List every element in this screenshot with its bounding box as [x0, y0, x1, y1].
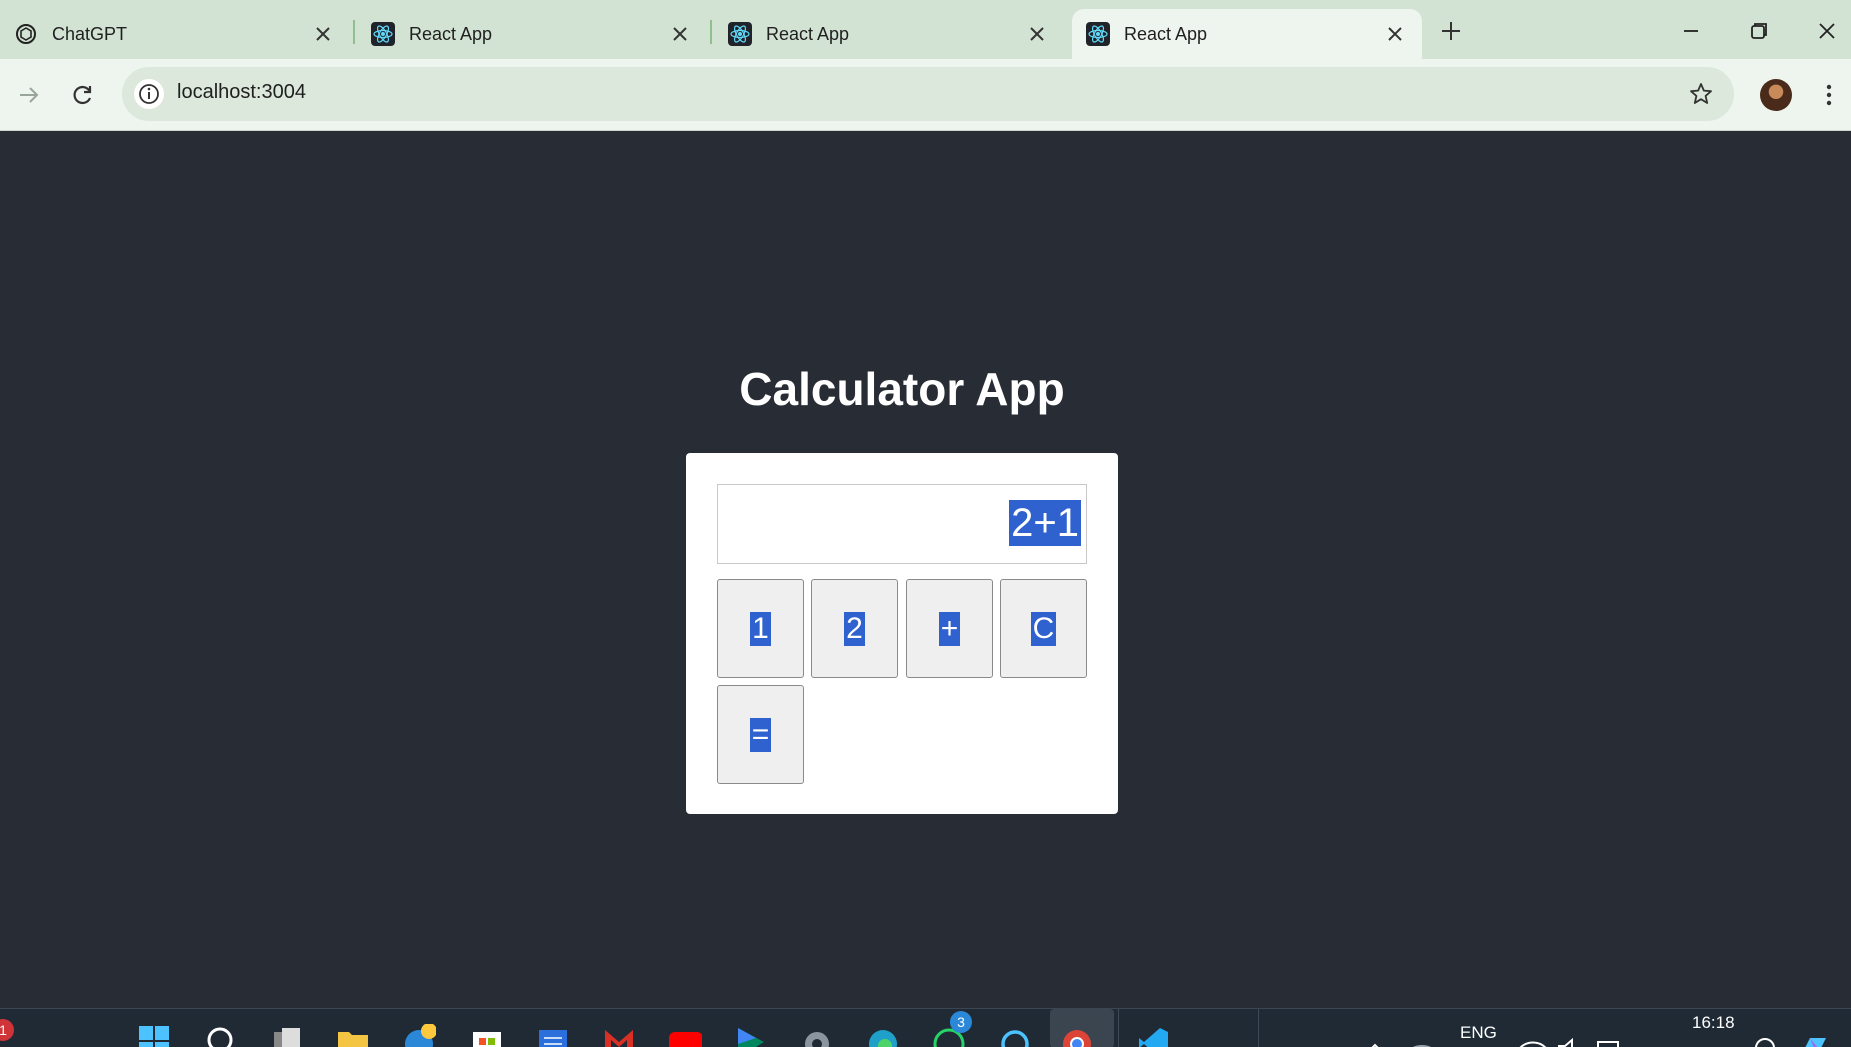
new-tab-icon[interactable]	[1438, 18, 1464, 44]
start-windows-icon[interactable]	[137, 1024, 171, 1047]
search-icon[interactable]	[204, 1024, 238, 1047]
menu-dots-icon[interactable]	[1814, 80, 1844, 110]
gmail-icon[interactable]	[602, 1024, 636, 1047]
profile-avatar[interactable]	[1760, 79, 1792, 111]
close-tab-icon[interactable]	[1384, 23, 1406, 45]
key-2-button[interactable]: 2	[811, 579, 898, 678]
tab-separator	[710, 20, 712, 44]
tab-chatgpt[interactable]: ChatGPT	[0, 9, 350, 59]
chrome-icon	[1063, 1030, 1091, 1047]
volume-icon[interactable]	[1554, 1024, 1588, 1047]
close-tab-icon[interactable]	[1026, 23, 1048, 45]
wifi-icon[interactable]	[1516, 1024, 1550, 1047]
key-label: +	[938, 611, 961, 646]
key-clear-button[interactable]: C	[1000, 579, 1087, 678]
close-tab-icon[interactable]	[312, 23, 334, 45]
copilot-icon[interactable]	[1796, 1024, 1830, 1047]
key-label: 1	[750, 611, 771, 646]
calendar-icon[interactable]	[536, 1024, 570, 1047]
key-label: 2	[844, 611, 865, 646]
file-explorer-icon[interactable]	[336, 1024, 370, 1047]
notifications-icon[interactable]	[1750, 1024, 1784, 1047]
battery-icon[interactable]	[1592, 1024, 1626, 1047]
minimize-icon[interactable]	[1676, 16, 1706, 46]
taskbar-divider	[1258, 1009, 1259, 1047]
task-view-icon[interactable]	[270, 1024, 304, 1047]
key-label: C	[1030, 611, 1057, 646]
language-indicator[interactable]: ENG	[1460, 1023, 1497, 1043]
whatsapp-badge: 3	[950, 1011, 972, 1033]
tab-title: React App	[766, 23, 850, 44]
page-title: Calculator App	[739, 363, 1065, 415]
play-store-icon[interactable]	[734, 1024, 768, 1047]
copilot-app[interactable]	[402, 1009, 450, 1047]
calculator-display[interactable]: 2+1	[717, 484, 1087, 564]
windows-taskbar: 1	[0, 1008, 1851, 1047]
whatsapp-app[interactable]: 3	[932, 1009, 980, 1047]
close-tab-icon[interactable]	[669, 23, 691, 45]
forward-icon[interactable]	[14, 80, 44, 110]
reload-icon[interactable]	[68, 80, 98, 110]
react-icon	[1086, 22, 1110, 46]
key-plus-button[interactable]: +	[906, 579, 993, 678]
browser-tabstrip: ChatGPT React App React App React App	[0, 0, 1851, 59]
close-window-icon[interactable]	[1812, 16, 1842, 46]
taskbar-divider	[1118, 1009, 1119, 1047]
bookmark-star-icon[interactable]	[1686, 79, 1716, 109]
calculator-panel: 2+1 1 2 + C =	[686, 453, 1118, 814]
vscode-icon[interactable]	[1136, 1024, 1170, 1047]
react-icon	[728, 22, 752, 46]
tray-chevron-up-icon[interactable]	[1358, 1024, 1392, 1047]
url-text[interactable]: localhost:3004	[177, 81, 306, 104]
browser-toolbar: localhost:3004	[0, 59, 1851, 131]
onedrive-cloud-icon[interactable]	[1404, 1024, 1438, 1047]
key-label: =	[749, 717, 772, 752]
restore-icon[interactable]	[1744, 16, 1774, 46]
display-value: 2+1	[1009, 500, 1081, 546]
edge-icon[interactable]	[866, 1024, 900, 1047]
address-bar[interactable]: localhost:3004	[122, 67, 1734, 121]
settings-gear-icon[interactable]	[800, 1024, 834, 1047]
notification-badge: 1	[0, 1019, 14, 1041]
chrome-app-active[interactable]	[1050, 1009, 1114, 1047]
cortana-ring-icon[interactable]	[998, 1024, 1032, 1047]
clock-time[interactable]: 16:18	[1692, 1013, 1735, 1033]
help-icon	[405, 1024, 436, 1047]
tab-react-app-active[interactable]: React App	[1072, 9, 1422, 59]
tab-title: ChatGPT	[52, 23, 128, 44]
react-icon	[371, 22, 395, 46]
tab-title: React App	[1124, 23, 1208, 44]
tab-react-app[interactable]: React App	[714, 9, 1064, 59]
tab-separator	[353, 20, 355, 44]
tab-title: React App	[409, 23, 493, 44]
youtube-icon[interactable]	[668, 1024, 702, 1047]
site-info-button[interactable]	[134, 79, 164, 109]
tab-react-app[interactable]: React App	[357, 9, 707, 59]
key-1-button[interactable]: 1	[717, 579, 804, 678]
store-icon[interactable]	[470, 1024, 504, 1047]
chatgpt-icon	[16, 24, 36, 44]
more-apps-icon[interactable]	[1204, 1024, 1238, 1047]
info-icon	[139, 84, 159, 104]
key-equals-button[interactable]: =	[717, 685, 804, 784]
